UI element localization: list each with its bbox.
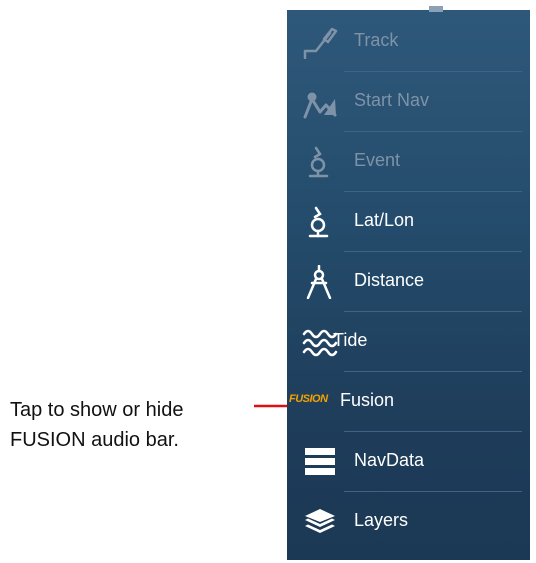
menu-item-label: Event (354, 150, 401, 170)
menu-item-label: Tide (333, 330, 368, 350)
menu-item-lat-lon[interactable]: Lat/Lon (287, 192, 530, 252)
menu-item-label: Layers (354, 510, 409, 530)
lat-lon-icon (302, 205, 338, 239)
menu-item-label: Lat/Lon (354, 210, 415, 230)
menu-item-track[interactable]: Track (287, 12, 530, 72)
start-nav-icon (302, 85, 338, 119)
navdata-icon (302, 445, 338, 479)
tool-menu-panel: Track Start Nav Event Lat/Lon Distance T… (287, 6, 530, 560)
menu-item-start-nav[interactable]: Start Nav (287, 72, 530, 132)
menu-item-layers[interactable]: Layers (287, 492, 530, 552)
menu-item-fusion[interactable]: FUSION Fusion (287, 372, 530, 432)
menu-item-label: Fusion (340, 390, 395, 410)
callout-text: Tap to show or hide FUSION audio bar. (10, 395, 183, 455)
callout-line-1: Tap to show or hide (10, 399, 184, 421)
menu-item-navdata[interactable]: NavData (287, 432, 530, 492)
layers-icon (302, 505, 338, 539)
menu-item-label: Distance (354, 270, 425, 290)
event-icon (302, 145, 338, 179)
distance-icon (302, 265, 338, 299)
callout-line-2: FUSION audio bar. (10, 429, 179, 451)
menu-item-label: Track (354, 30, 399, 50)
menu-item-tide[interactable]: Tide (287, 312, 530, 372)
track-icon (302, 25, 338, 59)
menu-item-event[interactable]: Event (287, 132, 530, 192)
menu-item-label: Start Nav (354, 90, 430, 110)
menu-item-label: NavData (354, 450, 425, 470)
fusion-logo: FUSION (289, 393, 328, 405)
menu-item-distance[interactable]: Distance (287, 252, 530, 312)
